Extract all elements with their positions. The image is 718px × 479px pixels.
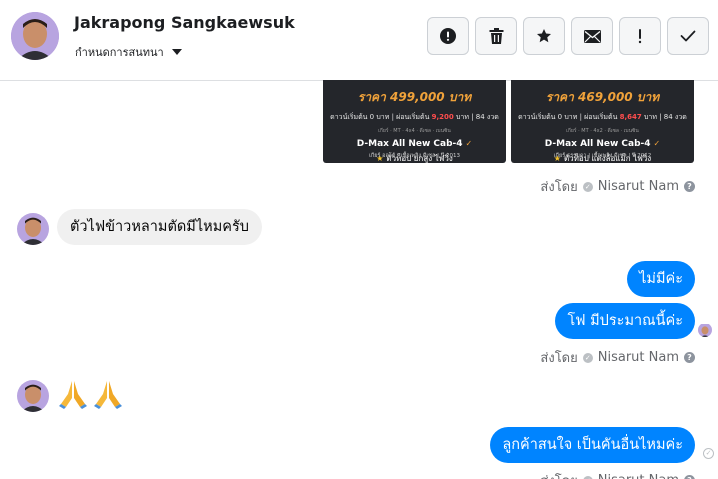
listing-terms: ดาวน์เริ่มต้น 0 บาท | ผ่อนเริ่มต้น 9,200…	[330, 113, 499, 121]
assign-conversation-dropdown[interactable]: กำหนดการสนทนา	[75, 43, 182, 61]
message-outgoing[interactable]: ลูกค้าสนใจ เป็นคันอื่นไหมค่ะ	[490, 427, 695, 463]
header-actions	[427, 17, 709, 55]
checkmark-icon	[680, 30, 696, 42]
sent-by-row: ส่งโดย ✓ Nisarut Nam ?	[540, 347, 695, 368]
help-icon[interactable]: ?	[684, 475, 695, 479]
listing-model: D-Max All New Cab-4 ✓	[356, 139, 473, 149]
contact-name[interactable]: Jakrapong Sangkaewsuk	[74, 13, 295, 32]
contact-avatar[interactable]	[17, 380, 49, 412]
exclamation-icon	[638, 29, 642, 44]
trash-icon	[489, 28, 503, 44]
sent-by-label: ส่งโดย	[540, 470, 577, 479]
listing-price: ราคา 469,000 บาท	[545, 90, 660, 104]
listing-spec: เกียร์ · MT · 4x2 · ดีเซล · เบนซิน	[566, 128, 639, 134]
sent-by-agent[interactable]: Nisarut Nam	[598, 350, 679, 365]
message-incoming-emoji[interactable]: 🙏🙏	[57, 378, 124, 410]
delete-button[interactable]	[475, 17, 517, 55]
listing-footer: เกียร์ ออโต้ | เชื้อเพลิง ดีเซล | ปี 201…	[369, 153, 460, 159]
mark-done-button[interactable]	[667, 17, 709, 55]
checkmark-icon: ✓	[582, 181, 593, 192]
checkmark-icon: ✓	[582, 352, 593, 363]
sent-by-agent[interactable]: Nisarut Nam	[598, 179, 679, 194]
listing-model: D-Max All New Cab-4 ✓	[544, 139, 661, 149]
message-outgoing[interactable]: ไม่มีค่ะ	[627, 261, 695, 297]
spam-button[interactable]	[619, 17, 661, 55]
verified-icon: ✓	[653, 139, 661, 148]
message-incoming[interactable]: ตัวไฟข้าวหลามตัดมีไหมครับ	[57, 209, 262, 245]
checkmark-icon: ✓	[582, 475, 593, 479]
envelope-icon	[583, 29, 601, 43]
mark-unread-button[interactable]	[571, 17, 613, 55]
contact-avatar[interactable]	[17, 213, 49, 245]
listing-card[interactable]: ราคา 469,000 บาท ดาวน์เริ่มต้น 0 บาท | ผ…	[511, 80, 694, 163]
sent-by-agent[interactable]: Nisarut Nam	[598, 473, 679, 479]
listing-spec: เกียร์ · MT · 4x4 · ดีเซล · เบนซิน	[378, 128, 451, 134]
conversation-header: Jakrapong Sangkaewsuk กำหนดการสนทนา	[0, 0, 718, 81]
star-button[interactable]	[523, 17, 565, 55]
help-icon[interactable]: ?	[684, 181, 695, 192]
help-icon[interactable]: ?	[684, 352, 695, 363]
star-icon	[537, 29, 551, 43]
alert-circle-icon	[440, 28, 456, 44]
alert-button[interactable]	[427, 17, 469, 55]
caret-down-icon	[171, 49, 182, 55]
sent-by-label: ส่งโดย	[540, 351, 578, 366]
folded-hands-icon	[59, 381, 87, 409]
sent-by-row: ส่งโดย ✓ Nisarut Nam ?	[540, 470, 695, 479]
message-outgoing[interactable]: โฟ มีประมาณนี้ค่ะ	[555, 303, 695, 339]
contact-avatar[interactable]	[11, 12, 59, 60]
listing-footer: เกียร์ ธรรมดา | เชื้อเพลิง ดีเซล | ปี 20…	[553, 153, 652, 159]
listing-price: ราคา 499,000 บาท	[357, 90, 472, 104]
seen-avatar	[698, 323, 712, 337]
verified-icon: ✓	[465, 139, 473, 148]
listing-card[interactable]: ราคา 499,000 บาท ดาวน์เริ่มต้น 0 บาท | ผ…	[323, 80, 506, 163]
assign-conversation-label: กำหนดการสนทนา	[75, 46, 164, 59]
sent-by-label: ส่งโดย	[540, 180, 578, 195]
sent-status-icon: ✓	[703, 448, 714, 459]
listing-terms: ดาวน์เริ่มต้น 0 บาท | ผ่อนเริ่มต้น 8,647…	[518, 113, 687, 121]
folded-hands-icon	[94, 381, 122, 409]
sent-by-row: ส่งโดย ✓ Nisarut Nam ?	[540, 176, 695, 197]
